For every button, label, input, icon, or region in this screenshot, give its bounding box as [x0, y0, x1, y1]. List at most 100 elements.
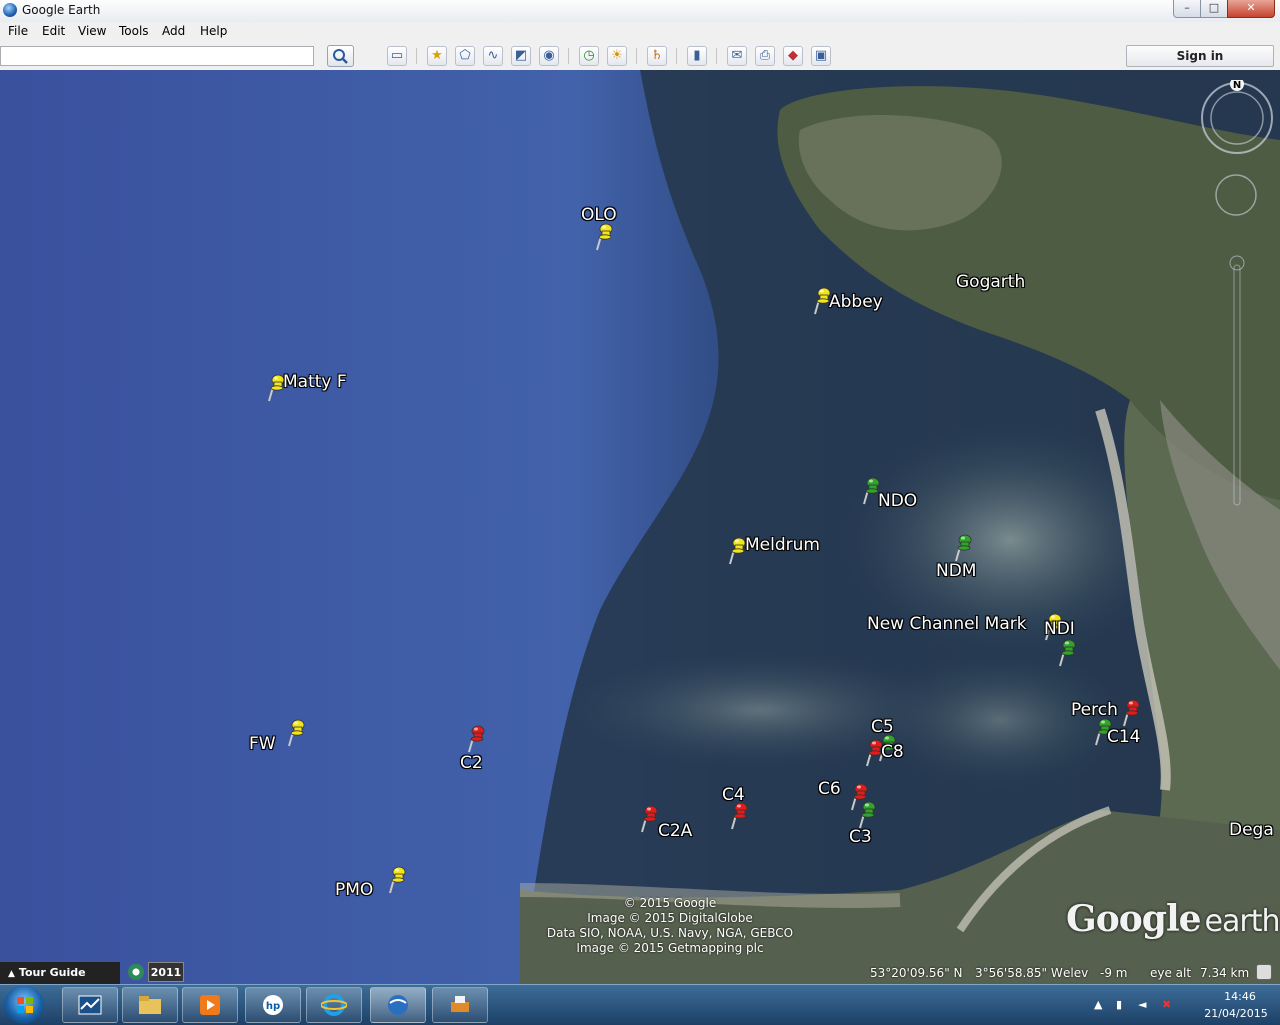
save-image-button[interactable]: ▣ — [811, 46, 831, 66]
close-button[interactable]: ✕ — [1227, 0, 1275, 18]
menu-view[interactable]: View — [78, 24, 106, 38]
placemark-label-matty-f[interactable]: Matty F — [283, 373, 347, 391]
svg-text:hp: hp — [266, 1001, 280, 1012]
satellite-imagery — [0, 70, 1280, 984]
action-center-icon[interactable]: ✖ — [1162, 998, 1171, 1011]
maximize-button[interactable]: □ — [1200, 0, 1228, 18]
compass-ring[interactable]: N — [1199, 80, 1275, 156]
pushpin-pmo-icon[interactable] — [387, 865, 409, 895]
menu-help[interactable]: Help — [200, 24, 227, 38]
minimize-button[interactable]: – — [1173, 0, 1201, 18]
placemark-label-c4[interactable]: C4 — [722, 786, 745, 804]
clock-date[interactable]: 21/04/2015 — [1196, 1007, 1276, 1020]
place-label-gogarth: Gogarth — [956, 272, 1026, 292]
placemark-label-c14[interactable]: C14 — [1107, 728, 1141, 746]
menu-add[interactable]: Add — [162, 24, 185, 38]
sidebar-toggle-button[interactable]: ▭ — [387, 46, 407, 66]
pushpin-c3-icon[interactable] — [857, 800, 879, 830]
print-icon: ⎙ — [759, 48, 771, 63]
system-tray: ▲ ▮ ◄ ✖ — [1086, 985, 1196, 1025]
sunlight-button[interactable]: ☀ — [607, 46, 627, 66]
planets-button[interactable]: ♄ — [647, 46, 667, 66]
historical-clock-icon[interactable] — [128, 964, 144, 980]
taskbar-media-player[interactable] — [182, 987, 238, 1023]
look-joystick[interactable] — [1213, 165, 1259, 225]
add-image-overlay-button[interactable]: ◩ — [511, 46, 531, 66]
placemark-label-c3[interactable]: C3 — [849, 828, 872, 846]
search-button[interactable] — [327, 45, 354, 67]
menu-file[interactable]: File — [8, 24, 28, 38]
copyright-line: © 2015 Google — [623, 896, 717, 910]
placemark-label-olo[interactable]: OLO — [581, 206, 617, 224]
pushpin-olo-icon[interactable] — [594, 222, 616, 252]
placemark-label-c8[interactable]: C8 — [881, 743, 904, 761]
record-tour-icon: ◉ — [543, 48, 555, 63]
placemark-label-fw[interactable]: FW — [249, 735, 276, 753]
latitude-readout: 53°20'09.56" N — [870, 966, 963, 980]
placemark-label-ndm[interactable]: NDM — [936, 562, 976, 580]
google-earth-icon — [388, 995, 408, 1015]
placemark-label-new-channel-mark[interactable]: New Channel Mark — [867, 615, 1027, 633]
volume-icon[interactable]: ◄ — [1138, 998, 1146, 1011]
pushpin-c4-icon[interactable] — [729, 801, 751, 831]
email-button[interactable]: ✉ — [727, 46, 747, 66]
tour-guide-button[interactable]: ▲ Tour Guide — [0, 962, 120, 984]
network-icon[interactable]: ▮ — [1116, 998, 1122, 1011]
polygon-icon: ⬠ — [459, 48, 471, 63]
taskbar-hp[interactable]: hp — [245, 987, 301, 1023]
file-explorer-icon — [139, 996, 161, 1014]
clock-time[interactable]: 14:46 — [1208, 990, 1272, 1003]
email-icon: ✉ — [731, 48, 743, 63]
placemark-label-perch[interactable]: Perch — [1071, 701, 1118, 719]
placemark-label-pmo[interactable]: PMO — [335, 881, 373, 899]
historical-imagery-icon: ◷ — [583, 48, 595, 63]
add-placemark-button[interactable]: ★ — [427, 46, 447, 66]
view-in-maps-icon: ◆ — [788, 48, 798, 63]
menu-tools[interactable]: Tools — [119, 24, 149, 38]
taskbar-task-manager[interactable] — [62, 987, 118, 1023]
toolbar-separator — [716, 48, 717, 64]
add-path-button[interactable]: ∿ — [483, 46, 503, 66]
eye-alt-value: 7.34 km — [1200, 966, 1250, 980]
placemark-label-meldrum[interactable]: Meldrum — [745, 536, 820, 554]
media-player-icon — [200, 995, 220, 1015]
toolbar: ▭ ★ ⬠ ∿ ◩ ◉ ◷ ☀ ♄ ▮ ✉ ⎙ ◆ ▣ Sign in — [0, 42, 1280, 71]
start-button[interactable] — [4, 986, 44, 1024]
search-input[interactable] — [0, 46, 314, 66]
pushpin-ndi-icon[interactable] — [1057, 638, 1079, 668]
view-in-maps-button[interactable]: ◆ — [783, 46, 803, 66]
record-tour-button[interactable]: ◉ — [539, 46, 559, 66]
placemark-label-ndo[interactable]: NDO — [878, 492, 917, 510]
pushpin-perch-icon[interactable] — [1121, 698, 1143, 728]
taskbar-internet-explorer[interactable] — [306, 987, 362, 1023]
add-polygon-button[interactable]: ⬠ — [455, 46, 475, 66]
historical-imagery-button[interactable]: ◷ — [579, 46, 599, 66]
copyright-line: Image © 2015 Getmapping plc — [576, 941, 764, 955]
print-button[interactable]: ⎙ — [755, 46, 775, 66]
placemark-label-abbey[interactable]: Abbey — [829, 293, 883, 311]
placemark-label-c2a[interactable]: C2A — [658, 822, 692, 840]
placemark-label-c5[interactable]: C5 — [871, 718, 894, 736]
ruler-button[interactable]: ▮ — [687, 46, 707, 66]
pushpin-fw-icon[interactable] — [286, 718, 308, 748]
placemark-label-ndi[interactable]: NDI — [1044, 620, 1075, 638]
taskbar-file-explorer[interactable] — [122, 987, 178, 1023]
placemark-label-c2[interactable]: C2 — [460, 754, 483, 772]
placemark-icon: ★ — [431, 48, 443, 63]
tray-expand-icon[interactable]: ▲ — [1094, 998, 1102, 1011]
taskbar-google-earth[interactable] — [370, 987, 426, 1023]
zoom-slider[interactable] — [1228, 255, 1246, 515]
map-view[interactable]: OLO Abbey Matty F Meldrum FW PMO NDO NDM… — [0, 70, 1280, 984]
planets-icon: ♄ — [651, 48, 663, 63]
sign-in-button[interactable]: Sign in — [1126, 45, 1274, 67]
placemark-label-c6[interactable]: C6 — [818, 780, 841, 798]
path-icon: ∿ — [487, 48, 499, 63]
google-earth-app-icon — [3, 3, 17, 17]
menu-edit[interactable]: Edit — [42, 24, 65, 38]
pushpin-c2-icon[interactable] — [466, 724, 488, 754]
taskbar-printer-app[interactable] — [432, 987, 488, 1023]
image-overlay-icon: ◩ — [514, 48, 528, 63]
pushpin-ndm-icon[interactable] — [953, 533, 975, 563]
copyright-line: Image © 2015 DigitalGlobe — [587, 911, 753, 925]
tour-guide-label: Tour Guide — [18, 966, 86, 979]
